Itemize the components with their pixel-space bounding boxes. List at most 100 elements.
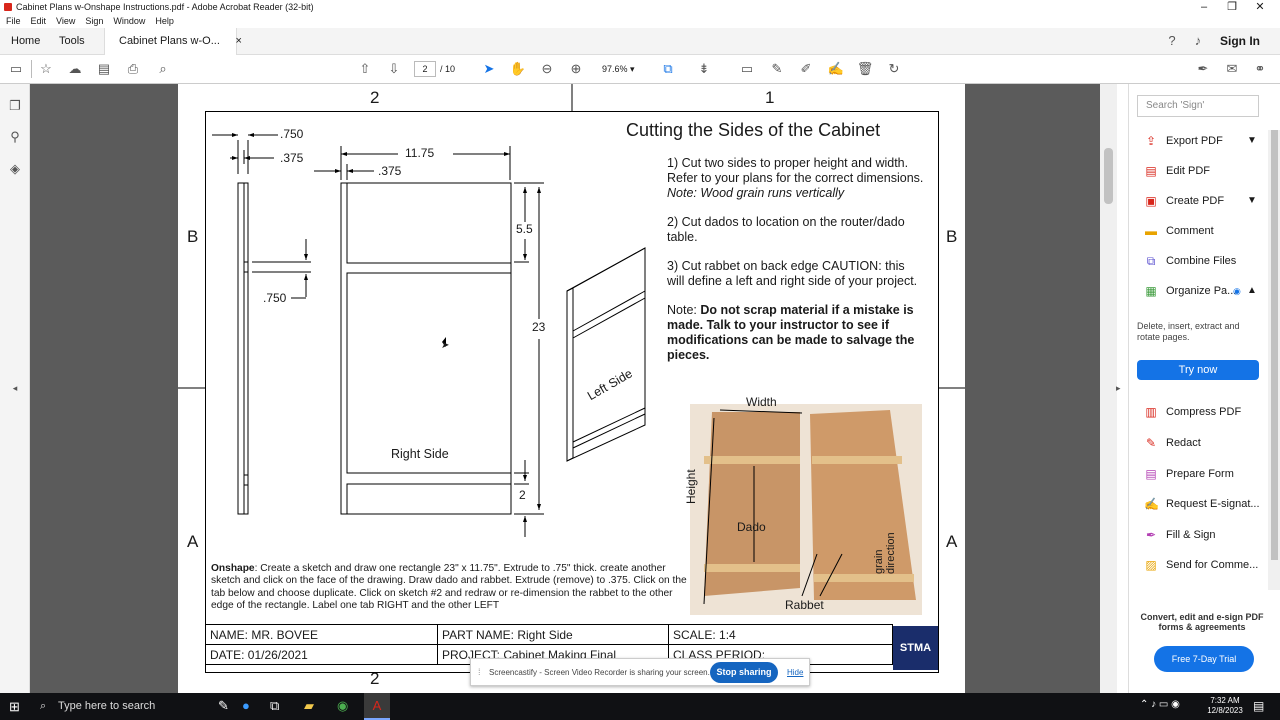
acrobat-taskbar-icon[interactable]: A <box>364 693 390 720</box>
close-window-button[interactable]: ✕ <box>1246 0 1274 14</box>
sign-pen-icon[interactable]: ✒ <box>1194 61 1212 77</box>
tab-tools[interactable]: Tools <box>59 28 85 55</box>
chevron-down-icon[interactable]: ▼ <box>1247 126 1257 156</box>
tool-combine-files[interactable]: ⧉ Combine Files <box>1129 246 1269 276</box>
mouse-cursor-icon: ➤ <box>441 340 450 351</box>
menu-file[interactable]: File <box>6 14 21 28</box>
photo-dado-label: Dado <box>737 520 766 534</box>
highlight-pen-icon[interactable]: ✎ <box>768 61 786 77</box>
tools-scrollbar-thumb[interactable] <box>1271 130 1278 560</box>
onshape-text: : Create a sketch and draw one rectangle… <box>211 563 687 611</box>
minimize-button[interactable]: – <box>1190 0 1218 14</box>
tool-label: Fill & Sign <box>1166 529 1216 541</box>
tool-send-for-comment[interactable]: ▨ Send for Comme... <box>1129 550 1269 580</box>
hide-notice-link[interactable]: Hide <box>787 668 803 677</box>
combine-files-icon: ⧉ <box>1146 254 1156 268</box>
photo-rabbet-label: Rabbet <box>785 598 824 612</box>
name-cell: NAME: MR. BOVEE <box>205 624 438 645</box>
windows-start-icon[interactable]: ⊞ <box>9 699 20 715</box>
share-link-icon[interactable]: ⚭ <box>1251 61 1269 77</box>
zoom-out-search-icon[interactable]: ⌕ <box>154 61 172 77</box>
layers-icon[interactable]: ◈ <box>6 161 24 177</box>
attachment-paperclip-icon[interactable]: ⚲ <box>6 129 24 145</box>
tool-fill-sign[interactable]: ✒ Fill & Sign <box>1129 520 1269 550</box>
menu-sign[interactable]: Sign <box>85 14 103 28</box>
expand-right-panel-icon[interactable]: ▸ <box>1116 383 1121 394</box>
hand-tool-icon[interactable]: ✋ <box>509 61 527 77</box>
fill-sign-icon[interactable]: ✍ <box>827 61 845 77</box>
tool-create-pdf[interactable]: ▣ Create PDF ▼ <box>1129 186 1269 216</box>
comment-icon[interactable]: ▭ <box>738 61 756 77</box>
tool-compress-pdf[interactable]: ▥ Compress PDF <box>1129 397 1269 427</box>
zoom-in-icon[interactable]: ⊕ <box>567 61 585 77</box>
tool-organize-pages[interactable]: ▦ Organize Pa... ◉ ▲ <box>1129 276 1269 306</box>
tool-edit-pdf[interactable]: ▤ Edit PDF <box>1129 156 1269 186</box>
menu-window[interactable]: Window <box>113 14 145 28</box>
chrome-icon[interactable]: ◉ <box>337 698 348 714</box>
draw-icon[interactable]: ✐ <box>797 61 815 77</box>
taskbar-clock[interactable]: 7:32 AM 12/8/2023 <box>1200 696 1250 716</box>
drag-handle-icon[interactable]: ⁞ <box>478 667 481 677</box>
file-explorer-icon[interactable]: ▰ <box>304 698 314 714</box>
chevron-up-icon[interactable]: ▲ <box>1247 276 1257 306</box>
taskbar-app-icon[interactable]: ✎ <box>218 698 229 714</box>
zoom-select[interactable]: 97.6% ▾ <box>596 61 644 77</box>
taskbar-search[interactable]: ⌕ Type here to search <box>32 693 212 720</box>
part-name-cell: PART NAME: Right Side <box>437 624 669 645</box>
onshape-label: Onshape <box>211 563 255 574</box>
collapse-left-icon[interactable]: ◂ <box>6 380 24 396</box>
next-page-icon[interactable]: ⇩ <box>385 61 403 77</box>
page-thumbnails-icon[interactable]: ❐ <box>6 98 24 114</box>
print-icon[interactable]: ⎙ <box>124 61 142 77</box>
save-icon[interactable]: ▭ <box>7 61 25 77</box>
scrollbar-thumb[interactable] <box>1104 148 1113 204</box>
tools-search-input[interactable]: Search 'Sign' <box>1137 95 1259 117</box>
previous-page-icon[interactable]: ⇧ <box>356 61 374 77</box>
tool-export-pdf[interactable]: ⇪ Export PDF ▼ <box>1129 126 1269 156</box>
maximize-button[interactable]: ❐ <box>1218 0 1246 14</box>
document-viewer[interactable]: 2 1 B B A A 2 .750 .375 11.75 .375 5.5 .… <box>30 84 1117 693</box>
page-number-input[interactable]: 2 <box>414 61 436 77</box>
pdf-page: 2 1 B B A A 2 .750 .375 11.75 .375 5.5 .… <box>178 84 965 693</box>
sign-in-button[interactable]: Sign In <box>1220 28 1260 55</box>
free-trial-button[interactable]: Free 7-Day Trial <box>1154 646 1254 672</box>
file-icon[interactable]: ▤ <box>95 61 113 77</box>
zoom-value: 97.6% <box>602 64 628 74</box>
delete-icon[interactable]: 🗑 <box>856 61 874 77</box>
select-arrow-icon[interactable]: ➤ <box>480 61 498 77</box>
rotate-icon[interactable]: ↻ <box>885 61 903 77</box>
help-icon[interactable]: ? <box>1163 33 1181 49</box>
tool-label: Compress PDF <box>1166 406 1242 418</box>
tools-panel-scrollbar[interactable] <box>1268 130 1280 590</box>
zoom-out-icon[interactable]: ⊖ <box>538 61 556 77</box>
taskbar-app-icon[interactable]: ● <box>242 698 250 713</box>
tool-request-esign[interactable]: ✍ Request E-signat... <box>1129 489 1269 519</box>
tab-close-icon[interactable]: × <box>235 28 241 55</box>
tab-document[interactable]: Cabinet Plans w-O... × <box>104 28 242 55</box>
tool-label: Comment <box>1166 225 1214 237</box>
menu-edit[interactable]: Edit <box>31 14 47 28</box>
stop-sharing-button[interactable]: Stop sharing <box>710 662 778 683</box>
system-tray-icons[interactable]: ⌃ ♪ ▭ ◉ <box>1140 699 1180 710</box>
chevron-down-icon[interactable]: ▼ <box>1247 186 1257 216</box>
menu-view[interactable]: View <box>56 14 75 28</box>
clock-date: 12/8/2023 <box>1207 706 1243 715</box>
menu-help[interactable]: Help <box>155 14 174 28</box>
notification-icon[interactable]: ▤ <box>1253 699 1264 713</box>
try-now-button[interactable]: Try now <box>1137 360 1259 380</box>
fit-page-icon[interactable]: ⧉ <box>659 61 677 77</box>
photo-drawing <box>703 409 916 605</box>
bell-icon[interactable]: ♪ <box>1189 33 1207 49</box>
tab-home[interactable]: Home <box>11 28 40 55</box>
upload-cloud-icon[interactable]: ☁ <box>66 61 84 77</box>
organize-pages-icon: ▦ <box>1145 284 1157 298</box>
mail-icon[interactable]: ✉ <box>1223 61 1241 77</box>
task-view-icon[interactable]: ⧉ <box>270 698 279 714</box>
tool-comment[interactable]: ▬ Comment <box>1129 216 1269 246</box>
tool-redact[interactable]: ✎ Redact <box>1129 428 1269 458</box>
document-scrollbar[interactable] <box>1100 84 1117 693</box>
bookmark-star-icon[interactable]: ☆ <box>37 61 55 77</box>
tool-prepare-form[interactable]: ▤ Prepare Form <box>1129 459 1269 489</box>
scroll-mode-icon[interactable]: ⇟ <box>695 61 713 77</box>
create-pdf-icon: ▣ <box>1145 194 1157 208</box>
